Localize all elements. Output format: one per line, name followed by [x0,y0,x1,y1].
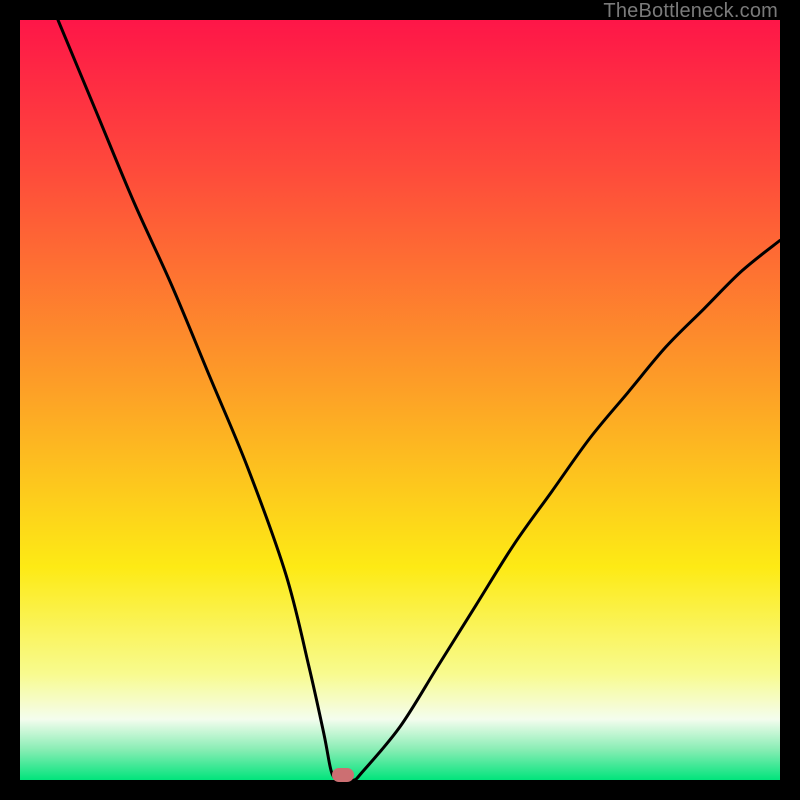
curve-path [58,20,780,780]
bottleneck-curve [20,20,780,780]
chart-frame [20,20,780,780]
watermark-text: TheBottleneck.com [603,0,778,23]
optimal-marker [332,768,354,782]
